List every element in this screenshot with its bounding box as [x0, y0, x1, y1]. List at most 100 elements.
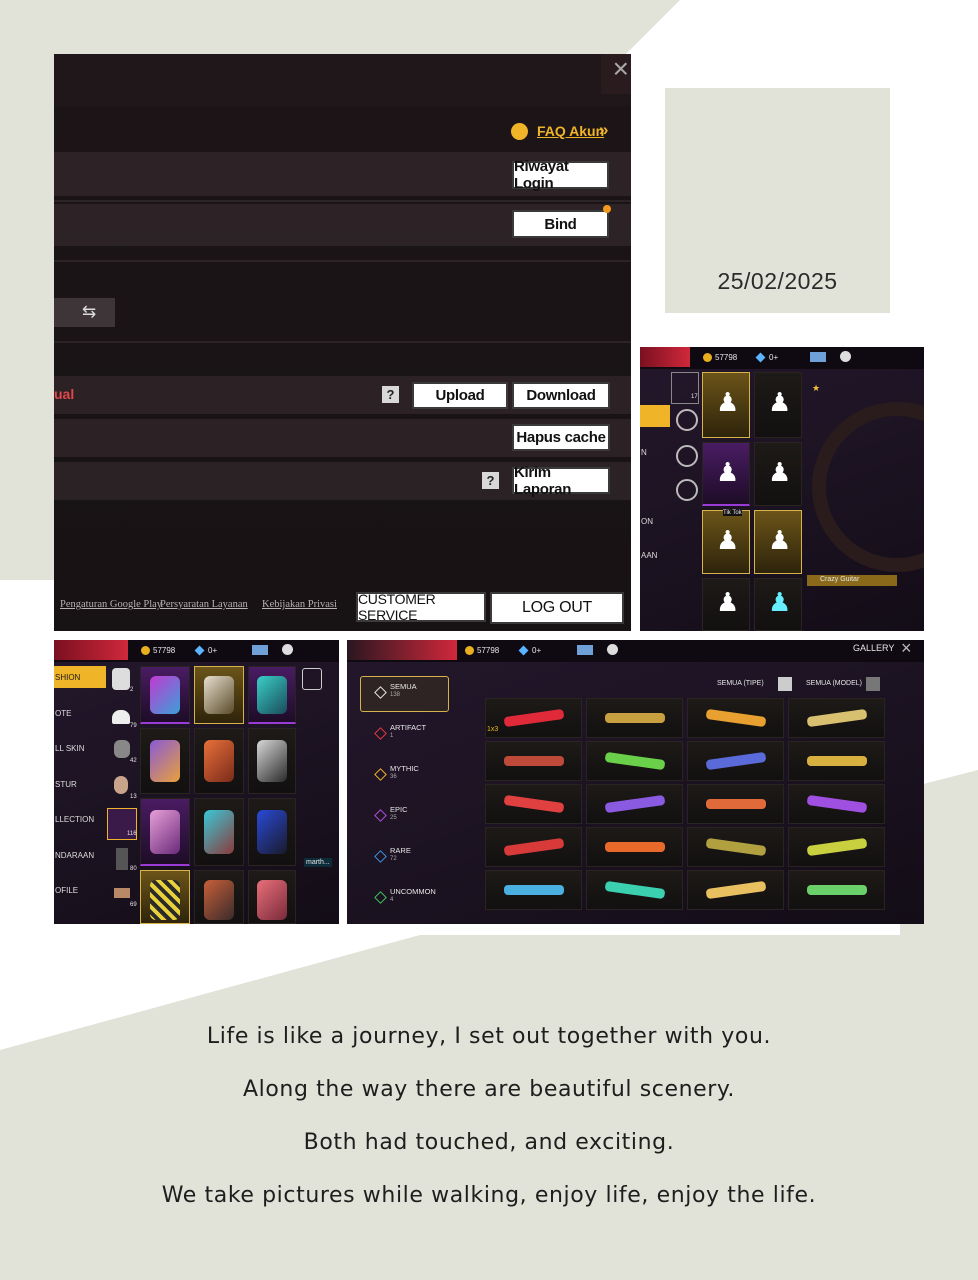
slot-count: 116 [127, 831, 137, 837]
nav-category[interactable]: NDARAAN [55, 851, 94, 860]
weapon-icon [705, 880, 767, 900]
weapon-skin-tile[interactable] [485, 827, 582, 867]
diamond-count: 0+ [769, 353, 779, 362]
weapon-icon [706, 799, 766, 809]
weapon-skin-tile[interactable] [586, 827, 683, 867]
date-card: 25/02/2025 [665, 88, 890, 313]
weapon-skin-tile[interactable] [788, 698, 885, 738]
jacket-icon [150, 676, 180, 714]
close-icon[interactable]: × [613, 54, 629, 84]
kirim-laporan-button[interactable]: Kirim Laporan [512, 464, 610, 498]
row-label: ual [54, 386, 75, 402]
nav-label[interactable]: ON [641, 517, 653, 526]
weapon-skin-tile[interactable] [485, 784, 582, 824]
cap-icon[interactable] [112, 710, 130, 724]
emote-figure-icon: ♟ [768, 525, 792, 555]
weapon-icon [503, 794, 565, 814]
filter-type-label[interactable]: SEMUA (TIPE) [717, 680, 764, 687]
nav-label[interactable]: AAN [641, 551, 657, 560]
banner-emblem [347, 640, 457, 660]
mail-icon[interactable] [252, 645, 268, 655]
jacket-icon [204, 810, 234, 854]
bind-button[interactable]: Bind [512, 210, 609, 238]
faq-icon[interactable] [511, 123, 528, 140]
nav-active-tab[interactable] [640, 405, 670, 427]
weapon-skin-tile[interactable] [586, 741, 683, 781]
weapon-icon [806, 837, 868, 857]
head-icon[interactable] [114, 776, 128, 794]
weapon-skin-tile[interactable] [586, 698, 683, 738]
weapon-skin-tile[interactable] [687, 827, 784, 867]
weapon-icon [604, 794, 666, 814]
shoes-icon[interactable] [114, 888, 130, 898]
jacket-icon [257, 676, 287, 714]
faq-akun-link[interactable]: FAQ Akun [537, 123, 604, 139]
rarity-tab-rare[interactable]: RARE [390, 846, 411, 855]
rarity-tab-mythic[interactable]: MYTHIC [390, 764, 419, 773]
emote-screenshot: 57798 0+ N ON AAN 17 Tik Tok ♟ ♟ ♟ ♟ ♟ ♟… [640, 347, 924, 631]
nav-category[interactable]: OTE [55, 709, 71, 718]
weapon-skin-tile[interactable] [687, 784, 784, 824]
category-icon[interactable] [676, 445, 698, 467]
rarity-diamond-icon [374, 768, 387, 781]
filter-model-dropdown[interactable] [866, 677, 880, 691]
riwayat-login-button[interactable]: Riwayat Login [512, 158, 609, 192]
filter-model-label[interactable]: SEMUA (MODEL) [806, 680, 862, 687]
help-icon[interactable]: ? [382, 386, 399, 403]
settings-icon[interactable] [282, 644, 293, 655]
footer-link-google-play[interactable]: Pengaturan Google Play [60, 599, 162, 610]
nav-category[interactable]: OFILE [55, 886, 78, 895]
category-icon[interactable] [676, 479, 698, 501]
jacket-icon [204, 676, 234, 714]
settings-icon[interactable] [607, 644, 618, 655]
weapon-skin-tile[interactable] [687, 870, 784, 910]
pants-icon[interactable] [116, 848, 128, 870]
log-out-button[interactable]: LOG OUT [490, 592, 624, 624]
weapon-skin-tile[interactable] [788, 870, 885, 910]
weapon-skin-tile[interactable] [687, 741, 784, 781]
emote-figure-icon: ♟ [716, 457, 740, 487]
mail-icon[interactable] [577, 645, 593, 655]
close-icon[interactable]: × [901, 640, 912, 659]
emote-wheel[interactable] [812, 402, 924, 572]
jacket-icon [257, 740, 287, 782]
mail-icon[interactable] [810, 352, 826, 362]
download-button[interactable]: Download [512, 382, 610, 409]
weapon-skin-tile[interactable] [788, 741, 885, 781]
weapon-skin-tile[interactable] [687, 698, 784, 738]
coin-icon [703, 353, 712, 362]
weapon-skin-tile[interactable] [586, 870, 683, 910]
weapon-skin-tile[interactable] [788, 827, 885, 867]
rarity-tab-epic[interactable]: EPIC [390, 805, 408, 814]
rarity-tab-uncommon[interactable]: UNCOMMON [390, 887, 436, 896]
weapon-skin-tile[interactable] [788, 784, 885, 824]
slot-icon[interactable] [112, 668, 130, 690]
weapon-skin-tile[interactable] [485, 870, 582, 910]
nav-category[interactable]: STUR [55, 780, 77, 789]
upload-button[interactable]: Upload [412, 382, 508, 409]
equipped-item-name: Crazy Guitar [820, 576, 860, 583]
nav-category[interactable]: LLECTION [55, 815, 94, 824]
settings-icon[interactable] [840, 351, 851, 362]
nav-label[interactable]: N [641, 448, 647, 457]
footer-link-privacy[interactable]: Kebijakan Privasi [262, 599, 337, 610]
hapus-cache-button[interactable]: Hapus cache [512, 424, 610, 451]
jacket-icon [257, 810, 287, 854]
weapon-skin-tile[interactable] [485, 698, 582, 738]
rarity-count: 4 [390, 897, 394, 903]
weapon-skin-tile[interactable] [485, 741, 582, 781]
rarity-tab-semua[interactable]: SEMUA [390, 682, 417, 691]
faq-chevron-icon: » [599, 120, 609, 139]
help-icon[interactable]: ? [482, 472, 499, 489]
footer-link-terms[interactable]: Persyaratan Layanan [160, 599, 248, 610]
nav-fashion[interactable]: SHION [55, 673, 80, 682]
switch-account-button[interactable]: ⇆ [54, 298, 115, 327]
rarity-tab-artifact[interactable]: ARTIFACT [390, 723, 426, 732]
filter-type-dropdown[interactable] [778, 677, 792, 691]
weapon-skin-tile[interactable] [586, 784, 683, 824]
customer-service-button[interactable]: CUSTOMER SERVICE [356, 591, 486, 623]
mask-icon[interactable] [114, 740, 130, 758]
preview-toggle-icon[interactable] [302, 668, 322, 690]
nav-category[interactable]: LL SKIN [55, 744, 85, 753]
category-icon[interactable] [676, 409, 698, 431]
